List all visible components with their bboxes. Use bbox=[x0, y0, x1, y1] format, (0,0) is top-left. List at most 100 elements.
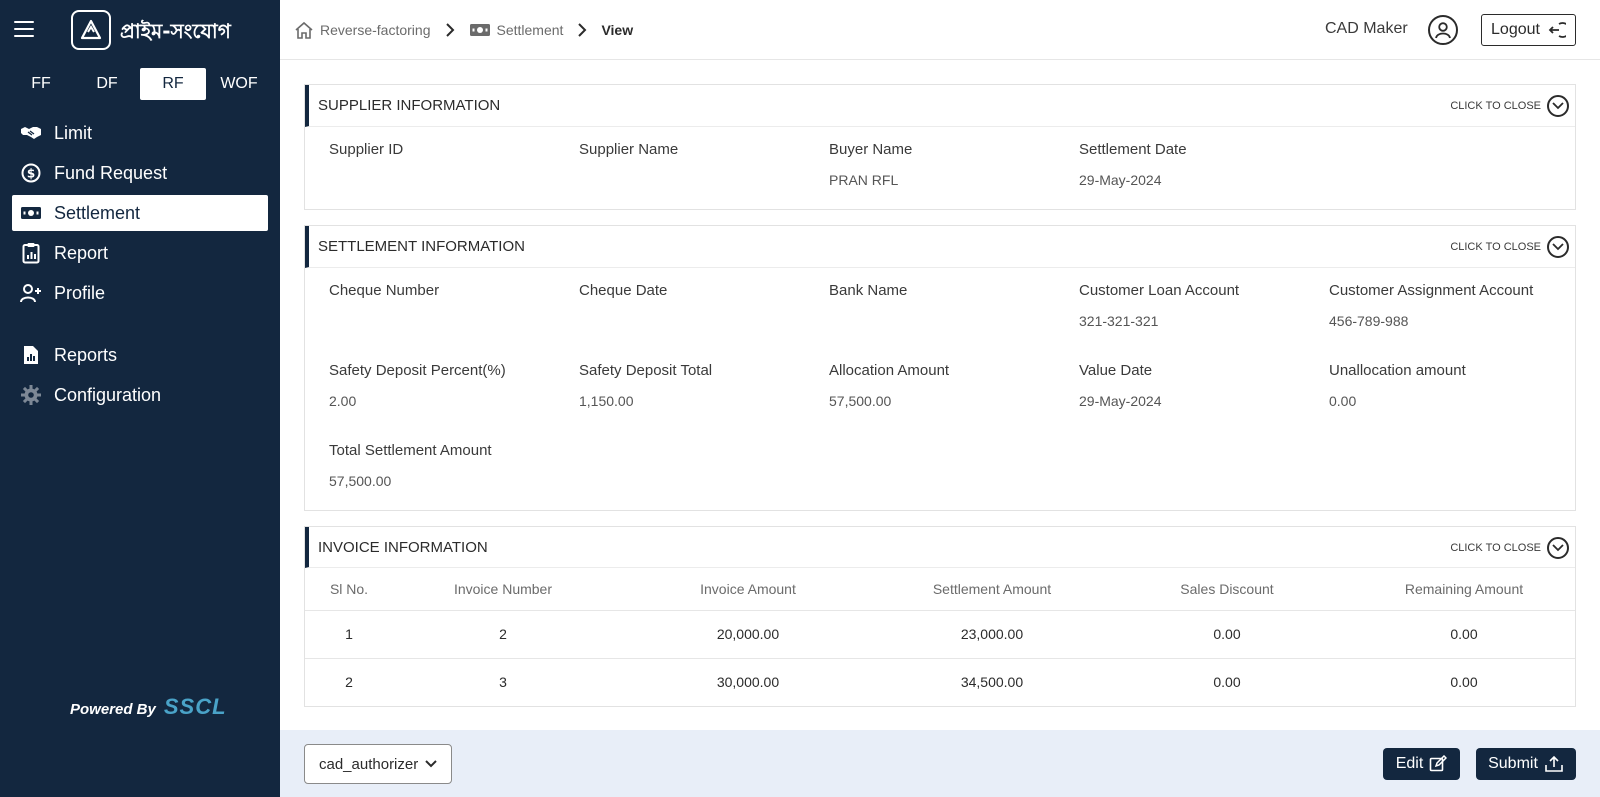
module-tab-df[interactable]: DF bbox=[74, 68, 140, 100]
powered-by: Powered By SSCL bbox=[70, 694, 227, 720]
upload-icon bbox=[1545, 755, 1563, 772]
field-label: Customer Loan Account bbox=[1079, 282, 1240, 299]
table-cell: 1 bbox=[305, 610, 393, 659]
supplier-info-panel: SUPPLIER INFORMATION CLICK TO CLOSE Supp… bbox=[304, 84, 1576, 210]
panel-title: INVOICE INFORMATION bbox=[318, 538, 488, 556]
field-value: 57,500.00 bbox=[329, 473, 392, 489]
breadcrumb-reverse-factoring[interactable]: Reverse-factoring bbox=[294, 21, 431, 39]
field-label: Value Date bbox=[1079, 362, 1153, 379]
field-supplier-name: Supplier Name bbox=[579, 141, 819, 188]
sidebar-item-label: Profile bbox=[54, 282, 106, 303]
table-cell: 20,000.00 bbox=[613, 610, 883, 659]
table-cell: 0.00 bbox=[1101, 610, 1353, 659]
sidebar-item-reports[interactable]: Reports bbox=[12, 337, 268, 373]
user-name: CAD Maker bbox=[1325, 20, 1408, 37]
edit-label: Edit bbox=[1395, 755, 1424, 772]
field-settlement-date: Settlement Date 29-May-2024 bbox=[1079, 141, 1319, 188]
supplier-info-header: SUPPLIER INFORMATION CLICK TO CLOSE bbox=[305, 85, 1575, 127]
supplier-collapse-toggle[interactable]: CLICK TO CLOSE bbox=[1450, 95, 1569, 117]
sidebar-item-label: Settlement bbox=[54, 202, 141, 223]
sidebar-item-settlement[interactable]: Settlement bbox=[12, 195, 268, 231]
field-label: Allocation Amount bbox=[829, 362, 950, 379]
breadcrumb-label: Settlement bbox=[496, 22, 564, 38]
table-cell: 0.00 bbox=[1213, 674, 1241, 691]
action-footer: cad_authorizer Edit Submit bbox=[280, 730, 1600, 797]
field-value: 456-789-988 bbox=[1329, 313, 1409, 329]
column-header: Remaining Amount bbox=[1353, 568, 1575, 611]
chevron-down-icon bbox=[425, 760, 437, 768]
sidebar-item-configuration[interactable]: Configuration bbox=[12, 377, 268, 413]
field-value: PRAN RFL bbox=[829, 172, 899, 188]
app-logo-text: প্রাইম-সংযোগ bbox=[120, 19, 231, 43]
module-tab-wof[interactable]: WOF bbox=[206, 68, 272, 100]
module-tab-ff[interactable]: FF bbox=[8, 68, 74, 100]
sidebar-item-label: Report bbox=[54, 242, 109, 263]
logout-icon bbox=[1548, 22, 1566, 38]
field-bank-name: Bank Name bbox=[829, 282, 1069, 329]
field-value bbox=[579, 172, 819, 188]
field-label: Buyer Name bbox=[829, 141, 913, 158]
table-row: 2 3 30,000.00 34,500.00 0.00 0.00 bbox=[305, 658, 1575, 706]
sidebar-item-report[interactable]: Report bbox=[12, 235, 268, 271]
submit-label: Submit bbox=[1488, 755, 1538, 772]
invoice-collapse-toggle[interactable]: CLICK TO CLOSE bbox=[1450, 537, 1569, 559]
toggle-label: CLICK TO CLOSE bbox=[1450, 100, 1541, 112]
logout-button[interactable]: Logout bbox=[1481, 14, 1576, 46]
logo-triangle-icon bbox=[80, 19, 102, 40]
table-cell: 30,000.00 bbox=[716, 674, 780, 691]
module-tab-rf[interactable]: RF bbox=[140, 68, 206, 100]
menu-icon[interactable] bbox=[14, 21, 34, 37]
breadcrumb-current: View bbox=[601, 22, 634, 38]
chevron-down-icon bbox=[1547, 95, 1569, 117]
sidebar-nav: Limit $ Fund Request Settlement Report P… bbox=[12, 115, 268, 417]
breadcrumb-settlement[interactable]: Settlement bbox=[469, 22, 564, 38]
field-unallocation-amount: Unallocation amount 0.00 bbox=[1329, 362, 1569, 409]
column-header: Sales Discount bbox=[1101, 568, 1353, 611]
table-cell: 34,500.00 bbox=[960, 674, 1024, 691]
chevron-right-icon bbox=[445, 23, 455, 37]
column-header: Settlement Amount bbox=[883, 568, 1101, 611]
field-label: Cheque Number bbox=[329, 282, 440, 299]
role-select[interactable]: cad_authorizer bbox=[304, 744, 452, 784]
field-value bbox=[579, 313, 819, 329]
table-header-row: Sl No. Invoice Number Invoice Amount Set… bbox=[305, 568, 1575, 611]
top-header: Reverse-factoring Settlement View CAD Ma… bbox=[280, 0, 1600, 60]
field-label: Total Settlement Amount bbox=[329, 442, 492, 459]
clipboard-chart-icon bbox=[20, 242, 42, 264]
field-value: 29-May-2024 bbox=[1079, 172, 1162, 188]
field-buyer-name: Buyer Name PRAN RFL bbox=[829, 141, 1069, 188]
field-value-date: Value Date 29-May-2024 bbox=[1079, 362, 1319, 409]
field-label: Supplier Name bbox=[579, 141, 679, 158]
submit-button[interactable]: Submit bbox=[1476, 748, 1576, 780]
field-value: 321-321-321 bbox=[1079, 313, 1159, 329]
sidebar-item-profile[interactable]: Profile bbox=[12, 275, 268, 311]
user-avatar-icon[interactable] bbox=[1428, 15, 1458, 45]
file-chart-icon bbox=[20, 344, 42, 366]
sidebar-item-fund-request[interactable]: $ Fund Request bbox=[12, 155, 268, 191]
column-header: Invoice Number bbox=[393, 568, 613, 611]
sidebar-item-label: Limit bbox=[54, 122, 93, 143]
field-label: Customer Assignment Account bbox=[1329, 282, 1534, 299]
panel-title: SUPPLIER INFORMATION bbox=[318, 97, 501, 114]
edit-button[interactable]: Edit bbox=[1383, 748, 1460, 780]
field-cheque-date: Cheque Date bbox=[579, 282, 819, 329]
field-allocation-amount: Allocation Amount 57,500.00 bbox=[829, 362, 1069, 409]
banknote-icon bbox=[469, 24, 490, 36]
breadcrumb-label: Reverse-factoring bbox=[320, 22, 431, 38]
table-cell: 23,000.00 bbox=[883, 610, 1101, 659]
field-label: Unallocation amount bbox=[1329, 362, 1466, 379]
field-safety-deposit-total: Safety Deposit Total 1,150.00 bbox=[579, 362, 819, 409]
field-label: Settlement Date bbox=[1079, 141, 1187, 158]
settlement-info-header: SETTLEMENT INFORMATION CLICK TO CLOSE bbox=[305, 226, 1575, 268]
module-tabs: FF DF RF WOF bbox=[8, 68, 272, 100]
field-value: 1,150.00 bbox=[579, 393, 634, 409]
settlement-info-panel: SETTLEMENT INFORMATION CLICK TO CLOSE Ch… bbox=[304, 225, 1576, 511]
chevron-down-icon bbox=[1547, 236, 1569, 258]
table-cell: 2 bbox=[393, 610, 613, 659]
sidebar-item-limit[interactable]: Limit bbox=[12, 115, 268, 151]
field-safety-deposit-percent: Safety Deposit Percent(%) 2.00 bbox=[329, 362, 569, 409]
field-value: 57,500.00 bbox=[829, 393, 892, 409]
field-label: Supplier ID bbox=[329, 141, 404, 158]
settlement-collapse-toggle[interactable]: CLICK TO CLOSE bbox=[1450, 236, 1569, 258]
